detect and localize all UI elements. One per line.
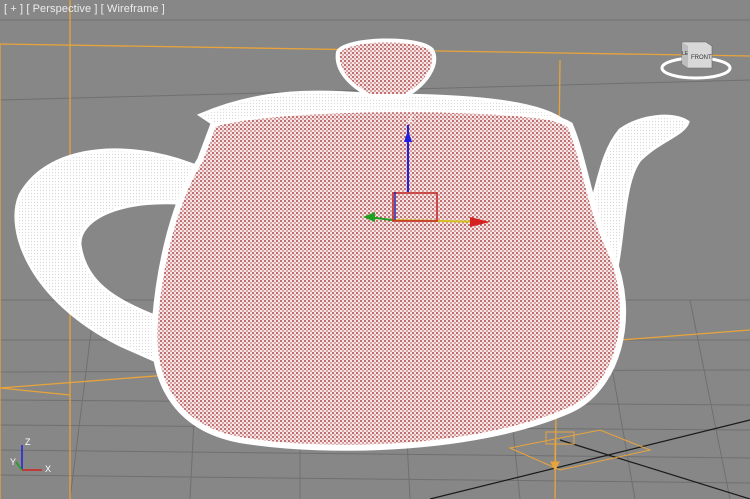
viewport-perspective[interactable]: Z Z X Y FRONT LE [ + ] [ Perspective ] [ [0, 0, 750, 499]
viewcube-left-label: LE [682, 51, 689, 57]
viewcube-front-label: FRONT [691, 55, 712, 61]
viewcube[interactable]: FRONT LE [660, 36, 732, 84]
axis-tripod: Z X Y [10, 437, 51, 474]
gizmo-z-label: Z [408, 114, 414, 124]
tripod-y-label: Y [10, 457, 16, 467]
tripod-x-label: X [45, 464, 51, 474]
teapot-knob [335, 38, 437, 98]
viewport-menu-label[interactable]: [ + ] [4, 3, 23, 15]
scene-canvas[interactable]: Z Z X Y [0, 0, 750, 499]
teapot-wireframe [14, 38, 690, 451]
viewport-view-label[interactable]: [ Perspective ] [26, 3, 97, 15]
teapot-body [151, 98, 626, 451]
viewport-shading-label[interactable]: [ Wireframe ] [101, 3, 165, 15]
tripod-z-label: Z [25, 437, 31, 447]
viewport-label-bar: [ + ] [ Perspective ] [ Wireframe ] [4, 3, 165, 15]
